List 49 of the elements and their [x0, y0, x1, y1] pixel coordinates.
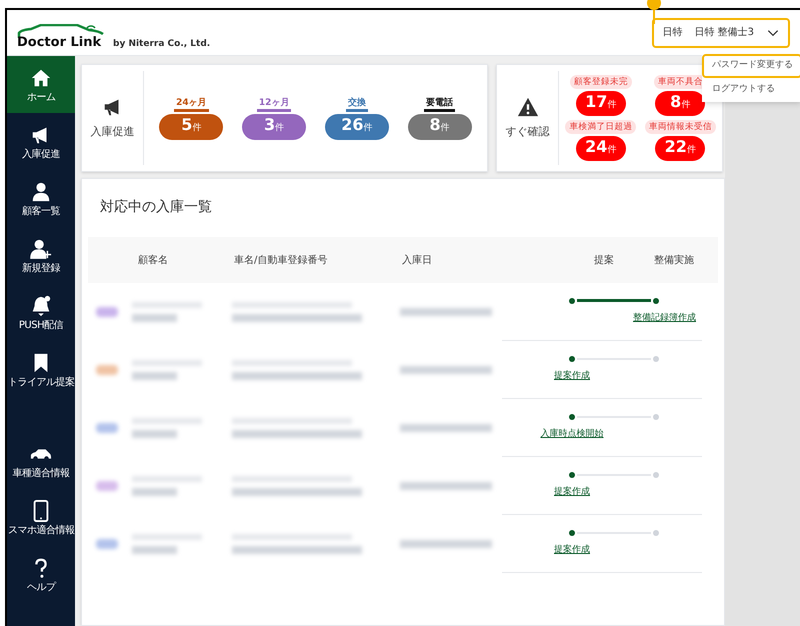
person-add-icon: [30, 238, 52, 260]
column-header: 入庫日: [402, 254, 433, 268]
count-badge[interactable]: 8件: [655, 91, 706, 116]
logo-company: by Niterra Co., Ltd.: [113, 40, 210, 49]
column-header: 顧客名: [137, 254, 169, 268]
count-badge[interactable]: 5件: [159, 114, 224, 140]
count-label: 車検満了日超過: [565, 120, 636, 134]
menu-item[interactable]: パスワード変更する: [702, 54, 800, 78]
count-label: 車両情報未受信: [644, 120, 716, 134]
shop-name: 日特: [662, 26, 682, 40]
column-header: 整備実施: [653, 254, 694, 268]
blurred-text: [132, 372, 177, 380]
count-label: 顧客登録未完: [570, 75, 632, 89]
action-link[interactable]: 入庫時点検開始: [540, 428, 604, 442]
annotation-marker: [647, 2, 661, 24]
column-header: 提案: [593, 254, 614, 268]
bell-icon: [30, 294, 52, 316]
sidebar-item[interactable]: スマホ適合情報: [7, 489, 75, 546]
sidebar-item[interactable]: ヘルプ: [7, 546, 75, 603]
action-link[interactable]: 提案作成: [554, 486, 590, 500]
count-badge[interactable]: 17件: [576, 91, 626, 116]
count-badge[interactable]: 26件: [324, 114, 389, 140]
count-badge[interactable]: 3件: [242, 114, 306, 140]
user-menu[interactable]: 日特 日特 整備士3: [652, 18, 790, 48]
sidebar-item[interactable]: 顧客一覧: [7, 170, 75, 227]
blurred-text: [132, 488, 177, 496]
sidebar-item[interactable]: PUSH配信: [7, 284, 75, 341]
action-link[interactable]: 提案作成: [554, 544, 590, 558]
sidebar-item[interactable]: 入庫促進: [7, 113, 75, 170]
blurred-text: [132, 430, 177, 438]
action-link[interactable]: 整備記録簿作成: [633, 312, 696, 326]
card-title: 入庫促進: [90, 124, 134, 140]
table-title: 対応中の入庫一覧: [99, 198, 213, 217]
count-badge[interactable]: 22件: [655, 136, 706, 161]
sidebar-item[interactable]: 車種適合情報: [7, 432, 75, 489]
blurred-text: [132, 314, 177, 322]
card-title: すぐ確認: [506, 124, 550, 140]
column-header: 車名/自動車登録番号: [234, 254, 328, 268]
action-link[interactable]: 提案作成: [554, 370, 590, 384]
count-badge[interactable]: 8件: [408, 114, 472, 140]
warning-icon: [516, 96, 540, 118]
user-name: 日特 整備士3: [694, 26, 754, 40]
count-badge[interactable]: 24件: [576, 136, 626, 161]
person-icon: [30, 180, 52, 202]
logo-wordmark: Doctor Link: [17, 36, 102, 49]
sidebar-item[interactable]: 新規登録: [7, 227, 75, 284]
blurred-text: [132, 546, 177, 554]
sidebar-item[interactable]: トライアル提案: [7, 341, 75, 398]
sidebar-item[interactable]: ホーム: [7, 56, 75, 113]
